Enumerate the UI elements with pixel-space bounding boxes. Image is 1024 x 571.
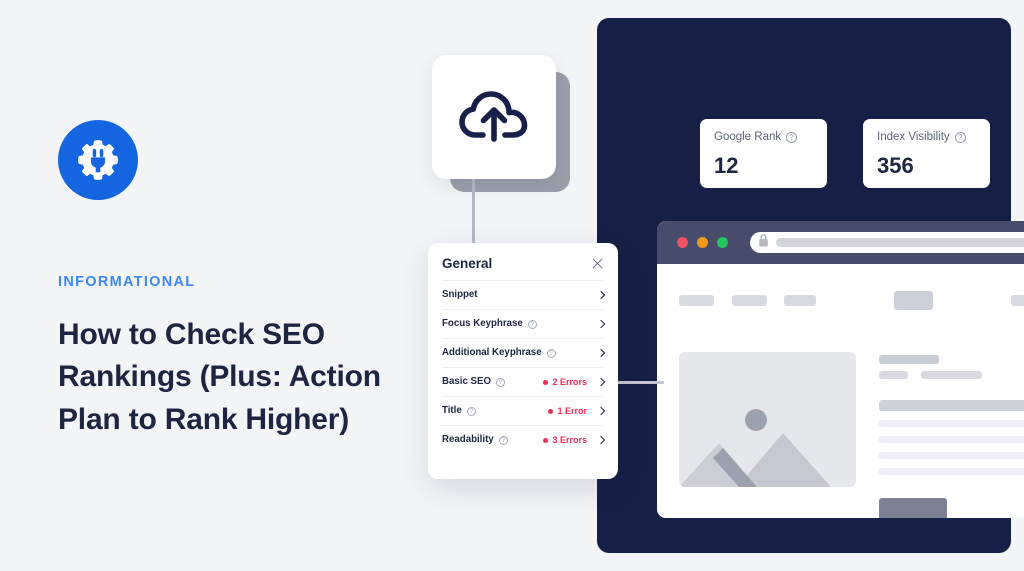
help-circle-icon[interactable] xyxy=(786,132,798,144)
skeleton-line xyxy=(879,468,1024,475)
seo-panel-title: General xyxy=(442,255,493,271)
seo-item-label: Snippet xyxy=(442,289,478,301)
status-badge-text: 3 Errors xyxy=(552,435,587,445)
nav-logo-placeholder xyxy=(894,291,933,310)
seo-item-label: Basic SEO xyxy=(442,376,492,388)
metric-label-text: Index Visibility xyxy=(877,131,950,143)
text-skeleton xyxy=(879,352,1024,518)
placeholder-mountains xyxy=(679,433,831,487)
seo-item-label: Additional Keyphrase xyxy=(442,347,542,359)
nav-item-placeholder[interactable] xyxy=(1011,295,1024,306)
traffic-light-dots xyxy=(677,237,728,248)
image-placeholder-icon xyxy=(679,352,856,487)
seo-item-additional-keyphrase[interactable]: Additional Keyphrase xyxy=(442,338,606,367)
seo-general-panel: General Snippet Focus Keyphrase Addition… xyxy=(428,243,618,479)
chevron-right-icon xyxy=(596,348,606,358)
chevron-right-icon xyxy=(596,406,606,416)
connector-line-vertical xyxy=(472,179,475,247)
seo-item-title[interactable]: Title 1 Error xyxy=(442,396,606,425)
metric-card-google-rank: Google Rank 12 xyxy=(700,119,827,188)
chevron-right-icon xyxy=(596,377,606,387)
skeleton-meta-row xyxy=(879,371,1024,379)
seo-item-label: Focus Keyphrase xyxy=(442,318,523,330)
minimize-dot-icon[interactable] xyxy=(697,237,708,248)
cloud-upload-icon xyxy=(458,87,530,148)
page-title: How to Check SEO Rankings (Plus: Action … xyxy=(58,317,381,436)
close-icon[interactable] xyxy=(591,257,604,270)
nav-item-placeholder[interactable] xyxy=(679,295,714,306)
connector-line-horizontal xyxy=(614,381,664,384)
status-badge-text: 1 Error xyxy=(557,406,587,416)
browser-window-mockup xyxy=(657,221,1024,518)
status-badge: 3 Errors xyxy=(543,435,587,445)
article-intro: INFORMATIONAL How to Check SEO Rankings … xyxy=(58,120,458,441)
help-circle-icon[interactable] xyxy=(496,377,506,387)
seo-item-readability[interactable]: Readability 3 Errors xyxy=(442,425,606,454)
seo-item-focus-keyphrase[interactable]: Focus Keyphrase xyxy=(442,309,606,338)
brand-logo xyxy=(58,120,138,200)
browser-content xyxy=(657,264,1024,518)
skeleton-line xyxy=(879,420,1024,427)
seo-panel-header: General xyxy=(442,243,604,280)
chevron-right-icon xyxy=(596,319,606,329)
metric-cards: Google Rank 12 Index Visibility 356 xyxy=(700,119,990,188)
site-nav-skeleton xyxy=(679,291,1024,310)
status-badge: 1 Error xyxy=(548,406,587,416)
skeleton-line xyxy=(879,436,1024,443)
upload-card xyxy=(432,55,556,179)
metric-label: Google Rank xyxy=(714,131,813,144)
metric-value: 356 xyxy=(877,152,914,178)
seo-item-basic-seo[interactable]: Basic SEO 2 Errors xyxy=(442,367,606,396)
gear-plug-icon xyxy=(75,137,121,183)
promo-graphic-canvas: INFORMATIONAL How to Check SEO Rankings … xyxy=(0,0,1024,571)
help-circle-icon[interactable] xyxy=(466,406,476,416)
metric-value: 12 xyxy=(714,152,739,178)
error-dot-icon xyxy=(543,379,549,385)
skeleton-line xyxy=(879,355,939,364)
skeleton-line xyxy=(879,371,908,379)
error-dot-icon xyxy=(548,408,554,414)
status-badge-text: 2 Errors xyxy=(552,377,587,387)
cta-button-placeholder[interactable] xyxy=(879,498,947,518)
status-badge: 2 Errors xyxy=(543,377,587,387)
url-text xyxy=(776,238,1024,247)
address-bar[interactable] xyxy=(750,232,1024,253)
metric-label-text: Google Rank xyxy=(714,131,782,143)
skeleton-line xyxy=(879,452,1024,459)
lock-icon xyxy=(758,233,769,252)
close-dot-icon[interactable] xyxy=(677,237,688,248)
category-eyebrow: INFORMATIONAL xyxy=(58,274,196,290)
seo-item-label: Readability xyxy=(442,434,494,446)
nav-item-placeholder[interactable] xyxy=(784,295,816,306)
browser-chrome xyxy=(657,221,1024,264)
skeleton-heading xyxy=(879,400,1024,411)
metric-card-index-visibility: Index Visibility 356 xyxy=(863,119,990,188)
metric-label: Index Visibility xyxy=(877,131,976,144)
skeleton-line xyxy=(921,371,982,379)
chevron-right-icon xyxy=(596,435,606,445)
seo-item-snippet[interactable]: Snippet xyxy=(442,280,606,309)
seo-item-label: Title xyxy=(442,405,462,417)
help-circle-icon[interactable] xyxy=(498,435,508,445)
maximize-dot-icon[interactable] xyxy=(717,237,728,248)
nav-item-placeholder[interactable] xyxy=(732,295,767,306)
help-circle-icon[interactable] xyxy=(527,319,537,329)
error-dot-icon xyxy=(543,437,549,443)
help-circle-icon[interactable] xyxy=(954,132,966,144)
article-content-skeleton xyxy=(679,352,1024,518)
chevron-right-icon xyxy=(596,290,606,300)
help-circle-icon[interactable] xyxy=(546,348,556,358)
